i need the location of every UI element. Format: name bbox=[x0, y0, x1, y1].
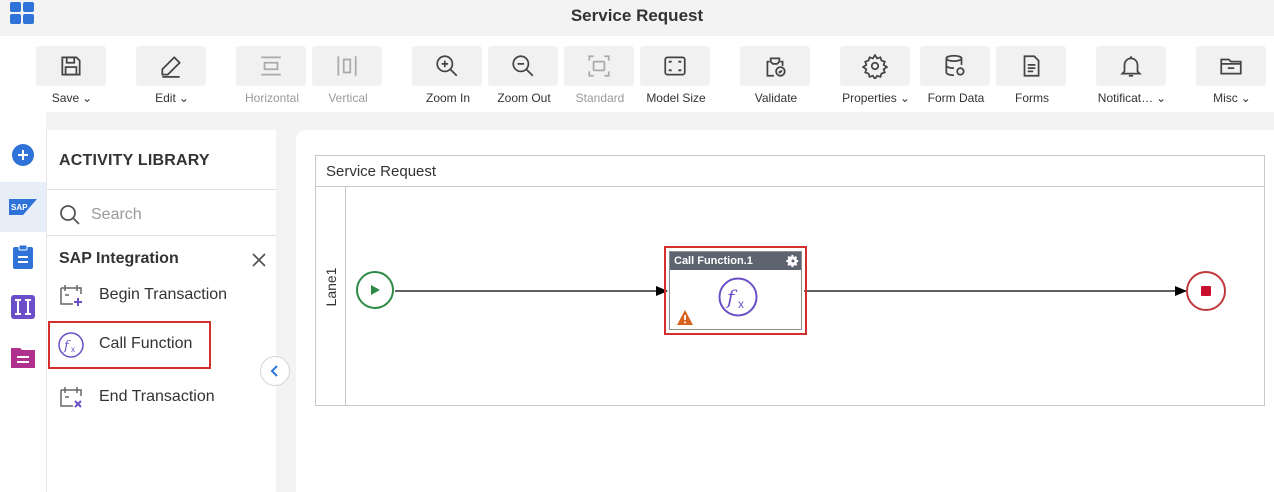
zoom-in-button[interactable]: Zoom In bbox=[412, 46, 484, 108]
validate-label: Validate bbox=[754, 91, 798, 105]
task-selection[interactable]: Call Function.1 fx bbox=[664, 246, 807, 335]
function-icon: fx bbox=[58, 332, 84, 358]
horizontal-button[interactable]: Horizontal bbox=[236, 46, 308, 108]
svg-text:x: x bbox=[71, 345, 75, 354]
standard-view-icon bbox=[588, 55, 610, 77]
save-label: Save bbox=[51, 91, 80, 105]
forms-label: Forms bbox=[1015, 91, 1049, 105]
library-item-label: End Transaction bbox=[99, 388, 215, 405]
edit-button[interactable]: Edit ⌄ bbox=[136, 46, 208, 108]
save-icon bbox=[61, 56, 81, 76]
call-function-task[interactable]: Call Function.1 fx bbox=[669, 251, 802, 330]
properties-label: Properties bbox=[842, 91, 897, 105]
chevron-left-icon bbox=[270, 365, 278, 377]
svg-text:SAP: SAP bbox=[11, 203, 28, 212]
vertical-button[interactable]: Vertical bbox=[312, 46, 384, 108]
search-input[interactable] bbox=[91, 204, 261, 226]
integration-icon bbox=[11, 295, 35, 319]
task-header: Call Function.1 bbox=[670, 252, 801, 270]
document-icon bbox=[11, 348, 35, 368]
warning-icon[interactable] bbox=[676, 309, 694, 326]
forms-button[interactable]: Forms bbox=[996, 46, 1068, 108]
search-icon bbox=[60, 205, 80, 225]
begin-transaction-icon bbox=[60, 285, 82, 306]
library-item-label: Call Function bbox=[99, 335, 193, 352]
notifications-button[interactable]: Notificat… ⌄ bbox=[1096, 46, 1168, 108]
page-title: Service Request bbox=[570, 6, 704, 25]
add-circle-icon bbox=[12, 144, 34, 166]
properties-button[interactable]: Properties ⌄ bbox=[840, 46, 912, 108]
app-window: Service Request Save ⌄ Edit ⌄ Horizontal V… bbox=[0, 0, 1274, 492]
clipboard-icon bbox=[13, 244, 33, 269]
left-icon-rail: SAP bbox=[0, 112, 46, 492]
rail-integration[interactable] bbox=[0, 282, 46, 332]
sap-logo-icon: SAP bbox=[9, 199, 37, 215]
rail-clipboard[interactable] bbox=[0, 232, 46, 282]
edit-label: Edit bbox=[155, 91, 176, 105]
rail-add[interactable] bbox=[0, 130, 46, 180]
toolbar: Save ⌄ Edit ⌄ Horizontal Vertical Zoom In … bbox=[0, 36, 1274, 112]
zoom-in-icon bbox=[436, 55, 458, 77]
rail-sap[interactable]: SAP bbox=[0, 182, 46, 232]
process-canvas[interactable]: Service Request Lane1 Call Function.1 f … bbox=[296, 130, 1274, 492]
model-size-button[interactable]: Model Size bbox=[640, 46, 712, 108]
svg-text:f: f bbox=[725, 285, 738, 309]
function-icon: fx bbox=[718, 277, 758, 317]
folder-icon bbox=[1220, 58, 1242, 75]
task-title: Call Function.1 bbox=[674, 255, 753, 267]
section-title: SAP Integration bbox=[59, 250, 179, 267]
vertical-layout-icon bbox=[337, 56, 357, 76]
library-item-begin-transaction[interactable]: Begin Transaction bbox=[48, 272, 227, 320]
start-event[interactable] bbox=[356, 271, 394, 309]
validate-icon bbox=[766, 57, 786, 77]
svg-text:x: x bbox=[738, 297, 744, 311]
stop-icon bbox=[1201, 286, 1211, 296]
chevron-down-icon: ⌄ bbox=[1240, 91, 1251, 105]
zoom-out-icon bbox=[512, 55, 534, 77]
play-icon bbox=[371, 285, 380, 295]
close-icon[interactable] bbox=[249, 250, 269, 270]
divider bbox=[47, 235, 277, 236]
library-item-call-function[interactable]: fx Call Function bbox=[48, 321, 211, 369]
activity-library-panel: ACTIVITY LIBRARY SAP Integration Begin T… bbox=[46, 130, 277, 492]
save-button[interactable]: Save ⌄ bbox=[36, 46, 108, 108]
collapse-panel-button[interactable] bbox=[260, 356, 290, 386]
bell-icon bbox=[1120, 56, 1142, 77]
fit-to-screen-icon bbox=[664, 56, 686, 76]
pencil-icon bbox=[161, 56, 181, 78]
misc-label: Misc bbox=[1213, 91, 1238, 105]
chevron-down-icon: ⌄ bbox=[82, 91, 93, 105]
end-transaction-icon bbox=[60, 387, 82, 408]
activity-library-title: ACTIVITY LIBRARY bbox=[59, 152, 210, 169]
rail-document[interactable] bbox=[0, 332, 46, 382]
svg-text:f: f bbox=[63, 339, 71, 354]
title-bar: Service Request bbox=[0, 0, 1274, 36]
gear-icon bbox=[862, 53, 888, 79]
gear-icon[interactable] bbox=[786, 254, 800, 268]
library-item-end-transaction[interactable]: End Transaction bbox=[48, 374, 215, 422]
end-event[interactable] bbox=[1186, 271, 1226, 311]
notifications-label: Notificat… bbox=[1097, 91, 1154, 105]
chevron-down-icon: ⌄ bbox=[1156, 91, 1167, 105]
database-icon bbox=[945, 54, 965, 77]
form-data-button[interactable]: Form Data bbox=[920, 46, 992, 108]
misc-button[interactable]: Misc ⌄ bbox=[1196, 46, 1268, 108]
library-item-label: Begin Transaction bbox=[99, 286, 228, 303]
chevron-down-icon: ⌄ bbox=[899, 91, 910, 105]
zoom-out-button[interactable]: Zoom Out bbox=[488, 46, 560, 108]
forms-icon bbox=[1023, 55, 1040, 77]
validate-button[interactable]: Validate bbox=[740, 46, 812, 108]
vertical-label: Vertical bbox=[328, 91, 368, 105]
standard-button[interactable]: Standard bbox=[564, 46, 636, 108]
divider bbox=[47, 189, 277, 190]
chevron-down-icon: ⌄ bbox=[178, 91, 189, 105]
horizontal-layout-icon bbox=[261, 56, 281, 76]
model-size-label: Model Size bbox=[646, 91, 706, 105]
